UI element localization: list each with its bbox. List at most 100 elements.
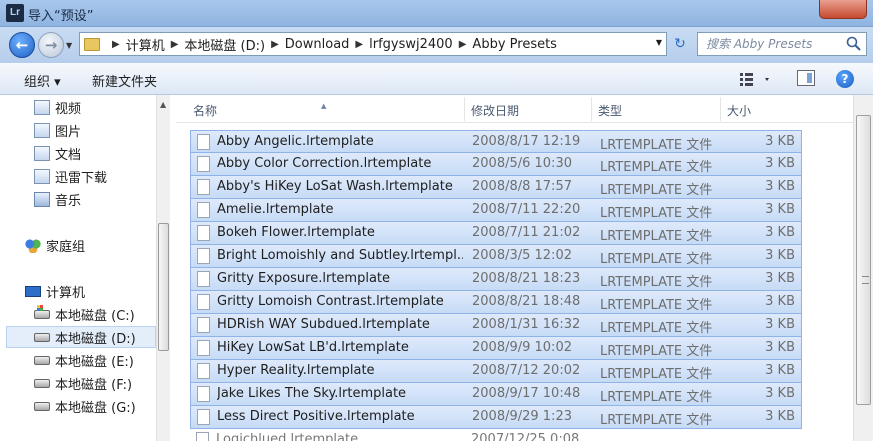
file-row[interactable]: Gritty Lomoish Contrast.lrtemplate 2008/8… bbox=[190, 291, 802, 314]
file-size: 3 KB bbox=[765, 363, 795, 378]
help-icon[interactable]: ? bbox=[836, 70, 854, 88]
chevron-right-icon[interactable]: ▶ bbox=[355, 39, 363, 50]
breadcrumb-download[interactable]: Download bbox=[285, 37, 350, 52]
sidebar-item-label: 本地磁盘 (E:) bbox=[55, 354, 134, 370]
new-folder-button[interactable]: 新建文件夹 bbox=[92, 71, 157, 90]
file-list: ▲ 名称 修改日期 类型 大小 Abby Angelic.lrtemplate 2… bbox=[176, 95, 873, 441]
file-type: LRTEMPLATE 文件 bbox=[600, 138, 713, 153]
file-row[interactable]: Abby's HiKey LoSat Wash.lrtemplate 2008/8… bbox=[190, 176, 802, 199]
sidebar-item-label: 家庭组 bbox=[46, 239, 86, 255]
file-icon bbox=[197, 179, 210, 195]
file-date-modified: 2008/8/17 12:19 bbox=[472, 134, 581, 149]
file-row[interactable]: Amelie.lrtemplate 2008/7/11 22:20 LRTEMPLA… bbox=[190, 199, 802, 222]
file-row[interactable]: Less Direct Positive.lrtemplate 2008/9/29… bbox=[190, 406, 802, 429]
file-type: LRTEMPLATE 文件 bbox=[600, 367, 713, 382]
file-list-scrollbar[interactable] bbox=[853, 95, 873, 441]
breadcrumb-abby-presets[interactable]: Abby Presets bbox=[472, 37, 557, 52]
file-icon bbox=[197, 409, 210, 425]
file-type: LRTEMPLATE 文件 bbox=[600, 229, 713, 244]
system-drive-icon bbox=[34, 304, 50, 319]
drive-icon bbox=[34, 401, 50, 411]
column-date-modified[interactable]: 修改日期 bbox=[471, 102, 519, 119]
change-view-icon[interactable] bbox=[738, 70, 776, 88]
column-divider[interactable] bbox=[591, 97, 592, 121]
file-name: Jake Likes The Sky.lrtemplate bbox=[217, 386, 407, 401]
drive-icon bbox=[34, 355, 50, 365]
music-library-icon bbox=[34, 191, 50, 207]
file-name: HiKey LowSat LB'd.lrtemplate bbox=[217, 340, 409, 355]
file-type: LRTEMPLATE 文件 bbox=[600, 390, 713, 405]
sidebar-item-label: 本地磁盘 (F:) bbox=[55, 377, 133, 393]
chevron-right-icon[interactable]: ▶ bbox=[271, 39, 279, 50]
file-row[interactable]: Gritty Exposure.lrtemplate 2008/8/21 18:2… bbox=[190, 268, 802, 291]
file-date-modified: 2008/9/9 10:02 bbox=[472, 340, 572, 355]
search-input[interactable]: 搜索 Abby Presets bbox=[697, 32, 867, 56]
file-name: Gritty Lomoish Contrast.lrtemplate bbox=[217, 294, 444, 309]
file-icon bbox=[197, 134, 210, 150]
forward-button[interactable]: → bbox=[38, 32, 64, 58]
file-name: Gritty Exposure.lrtemplate bbox=[217, 271, 391, 286]
back-button[interactable]: ← bbox=[9, 32, 35, 58]
chevron-right-icon[interactable]: ▶ bbox=[171, 39, 179, 50]
file-row[interactable]: Abby Angelic.lrtemplate 2008/8/17 12:19 LR… bbox=[190, 130, 802, 153]
file-size: 3 KB bbox=[765, 409, 795, 424]
file-name: HDRish WAY Subdued.lrtemplate bbox=[217, 317, 430, 332]
sidebar-scrollbar[interactable]: ▲ bbox=[156, 95, 170, 441]
video-library-icon bbox=[34, 99, 50, 115]
file-date-modified: 2007/12/25 0:08 bbox=[471, 432, 580, 441]
sidebar-item-label: 本地磁盘 (D:) bbox=[55, 331, 136, 347]
column-divider[interactable] bbox=[464, 97, 465, 121]
organize-button[interactable]: 组织 ▾ bbox=[24, 71, 61, 90]
column-divider[interactable] bbox=[720, 97, 721, 121]
file-icon bbox=[197, 363, 210, 379]
file-type: LRTEMPLATE 文件 bbox=[600, 344, 713, 359]
sidebar-item-drive-d[interactable]: 本地磁盘 (D:) bbox=[6, 326, 156, 348]
refresh-icon[interactable]: ↻ bbox=[670, 34, 690, 54]
breadcrumb-lrfgyswj2400[interactable]: lrfgyswj2400 bbox=[369, 37, 453, 52]
address-bar[interactable]: ▶ 计算机 ▶ 本地磁盘 (D:) ▶ Download ▶ lrfgyswj2… bbox=[79, 32, 667, 56]
file-date-modified: 2008/8/21 18:23 bbox=[472, 271, 581, 286]
breadcrumb-computer[interactable]: 计算机 bbox=[126, 35, 165, 54]
chevron-right-icon[interactable]: ▶ bbox=[112, 39, 120, 50]
breadcrumb-drive-d[interactable]: 本地磁盘 (D:) bbox=[184, 35, 265, 54]
address-dropdown-icon[interactable]: ▼ bbox=[656, 38, 662, 47]
close-button[interactable] bbox=[819, 0, 867, 19]
file-row[interactable]: Abby Color Correction.lrtemplate 2008/5/6… bbox=[190, 153, 802, 176]
file-row[interactable]: HDRish WAY Subdued.lrtemplate 2008/1/31 1… bbox=[190, 314, 802, 337]
file-name: Abby Angelic.lrtemplate bbox=[217, 134, 374, 149]
scroll-up-icon[interactable]: ▲ bbox=[160, 100, 166, 109]
file-size: 3 KB bbox=[765, 317, 795, 332]
file-type: LRTEMPLATE 文件 bbox=[600, 413, 713, 428]
column-header: ▲ 名称 修改日期 类型 大小 bbox=[176, 95, 853, 123]
file-row[interactable]: Logichlued.lrtemplate 2007/12/25 0:08 bbox=[190, 429, 802, 441]
file-row[interactable]: HiKey LowSat LB'd.lrtemplate 2008/9/9 10:… bbox=[190, 337, 802, 360]
file-row[interactable]: Bokeh Flower.lrtemplate 2008/7/11 21:02 LR… bbox=[190, 222, 802, 245]
file-icon bbox=[197, 156, 210, 172]
scroll-grip-icon bbox=[862, 276, 869, 284]
command-bar: 组织 ▾ 新建文件夹 ? bbox=[0, 63, 873, 95]
column-type[interactable]: 类型 bbox=[598, 102, 622, 119]
file-icon bbox=[197, 225, 210, 241]
column-name[interactable]: 名称 bbox=[193, 102, 217, 119]
file-row[interactable]: Bright Lomoishly and Subtley.lrtempl... 2… bbox=[190, 245, 802, 268]
file-list-scroll-thumb[interactable] bbox=[856, 115, 871, 405]
chevron-right-icon[interactable]: ▶ bbox=[459, 39, 467, 50]
search-icon[interactable] bbox=[846, 36, 862, 52]
navigation-bar: ← → ▼ ▶ 计算机 ▶ 本地磁盘 (D:) ▶ Download ▶ lrf… bbox=[0, 27, 873, 63]
preview-pane-icon[interactable] bbox=[797, 70, 815, 86]
file-icon bbox=[197, 271, 210, 287]
sidebar-scroll-thumb[interactable] bbox=[158, 223, 169, 351]
file-row[interactable]: Hyper Reality.lrtemplate 2008/7/12 20:02 L… bbox=[190, 360, 802, 383]
file-name: Abby Color Correction.lrtemplate bbox=[217, 156, 432, 171]
file-name: Bokeh Flower.lrtemplate bbox=[217, 225, 375, 240]
file-row[interactable]: Jake Likes The Sky.lrtemplate 2008/9/17 1… bbox=[190, 383, 802, 406]
recent-pages-dropdown-icon[interactable]: ▼ bbox=[66, 41, 72, 50]
file-date-modified: 2008/7/11 21:02 bbox=[472, 225, 581, 240]
file-type: LRTEMPLATE 文件 bbox=[600, 275, 713, 290]
picture-library-icon bbox=[34, 122, 50, 138]
column-size[interactable]: 大小 bbox=[727, 102, 751, 119]
document-library-icon bbox=[34, 145, 50, 161]
file-type: LRTEMPLATE 文件 bbox=[600, 183, 713, 198]
file-name: Less Direct Positive.lrtemplate bbox=[217, 409, 415, 424]
file-icon bbox=[197, 386, 210, 402]
